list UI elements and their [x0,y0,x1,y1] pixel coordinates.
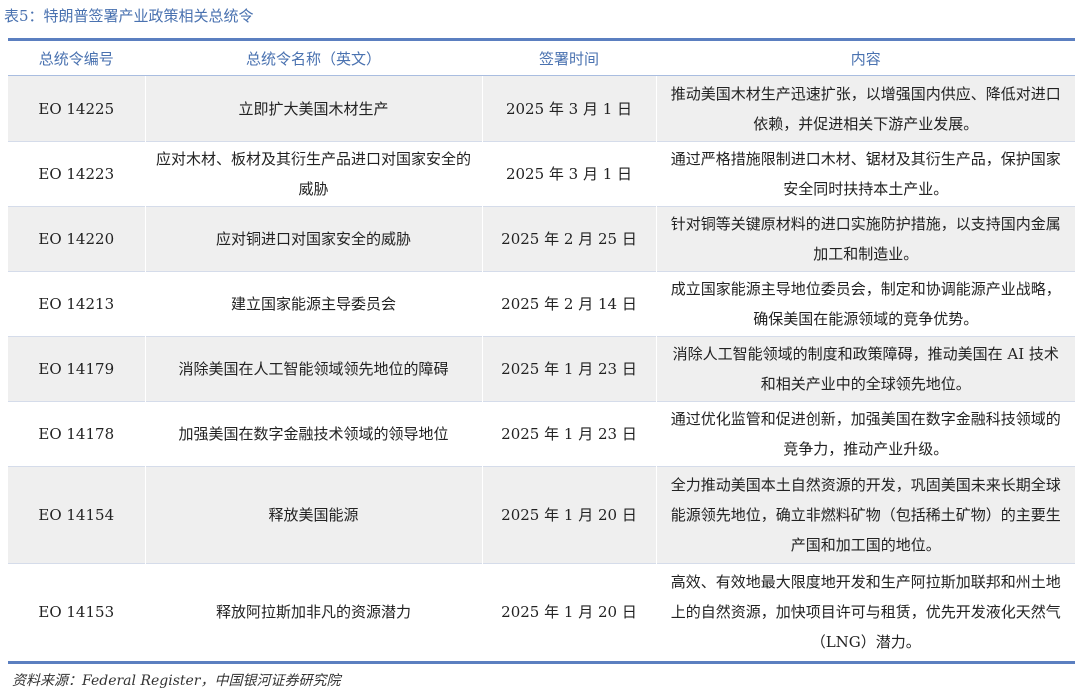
eo-number: EO 14153 [8,563,145,661]
header-sign-date: 签署时间 [481,41,656,76]
source-note: 资料来源：Federal Register，中国银河证券研究院 [12,673,341,689]
header-content: 内容 [655,41,1075,76]
eo-content: 针对铜等关键原材料的进口实施防护措施，以支持国内金属加工和制造业。 [655,206,1075,272]
eo-number: EO 14154 [8,466,145,564]
sign-date: 2025 年 2 月 14 日 [481,271,656,337]
table-header-row: 总统令编号 总统令名称（英文） 签署时间 内容 [8,41,1075,76]
eo-name: 加强美国在数字金融技术领域的领导地位 [144,401,482,467]
table-row: EO 14179 消除美国在人工智能领域领先地位的障碍 2025 年 1 月 2… [8,336,1075,402]
sign-date: 2025 年 1 月 20 日 [481,466,656,564]
eo-name: 消除美国在人工智能领域领先地位的障碍 [144,336,482,402]
table-row: EO 14223 应对木材、板材及其衍生产品进口对国家安全的威胁 2025 年 … [8,141,1075,207]
eo-content: 高效、有效地最大限度地开发和生产阿拉斯加联邦和州土地上的自然资源，加快项目许可与… [655,563,1075,661]
sign-date: 2025 年 1 月 20 日 [481,563,656,661]
eo-number: EO 14179 [8,336,145,402]
table-row: EO 14154 释放美国能源 2025 年 1 月 20 日 全力推动美国本土… [8,466,1075,564]
table-bottom-rule [8,660,1075,664]
eo-content: 推动美国木材生产迅速扩张，以增强国内供应、降低对进口依赖，并促进相关下游产业发展… [655,75,1075,142]
table-title: 表5：特朗普签署产业政策相关总统令 [4,7,254,25]
eo-content: 全力推动美国本土自然资源的开发，巩固美国未来长期全球能源领先地位，确立非燃料矿物… [655,466,1075,564]
eo-content: 通过优化监管和促进创新，加强美国在数字金融科技领域的竞争力，推动产业升级。 [655,401,1075,467]
eo-number: EO 14178 [8,401,145,467]
eo-number: EO 14223 [8,141,145,207]
eo-content: 消除人工智能领域的制度和政策障碍，推动美国在 AI 技术和相关产业中的全球领先地… [655,336,1075,402]
eo-name: 应对木材、板材及其衍生产品进口对国家安全的威胁 [144,141,482,207]
eo-number: EO 14220 [8,206,145,272]
eo-content: 成立国家能源主导地位委员会，制定和协调能源产业战略，确保美国在能源领域的竞争优势… [655,271,1075,337]
sign-date: 2025 年 3 月 1 日 [481,141,656,207]
table-row: EO 14178 加强美国在数字金融技术领域的领导地位 2025 年 1 月 2… [8,401,1075,467]
eo-name: 建立国家能源主导委员会 [144,271,482,337]
sign-date: 2025 年 3 月 1 日 [481,75,656,142]
executive-orders-table: 总统令编号 总统令名称（英文） 签署时间 内容 EO 14225 立即扩大美国木… [8,38,1075,664]
table-row: EO 14213 建立国家能源主导委员会 2025 年 2 月 14 日 成立国… [8,271,1075,337]
eo-name: 应对铜进口对国家安全的威胁 [144,206,482,272]
eo-number: EO 14213 [8,271,145,337]
header-eo-number: 总统令编号 [8,41,145,76]
table-row: EO 14220 应对铜进口对国家安全的威胁 2025 年 2 月 25 日 针… [8,206,1075,272]
eo-content: 通过严格措施限制进口木材、锯材及其衍生产品，保护国家安全同时扶持本土产业。 [655,141,1075,207]
eo-name: 立即扩大美国木材生产 [144,75,482,142]
sign-date: 2025 年 2 月 25 日 [481,206,656,272]
sign-date: 2025 年 1 月 23 日 [481,401,656,467]
eo-name: 释放阿拉斯加非凡的资源潜力 [144,563,482,661]
eo-name: 释放美国能源 [144,466,482,564]
header-eo-name: 总统令名称（英文） [144,41,482,76]
sign-date: 2025 年 1 月 23 日 [481,336,656,402]
table-row: EO 14153 释放阿拉斯加非凡的资源潜力 2025 年 1 月 20 日 高… [8,563,1075,661]
table-row: EO 14225 立即扩大美国木材生产 2025 年 3 月 1 日 推动美国木… [8,75,1075,142]
eo-number: EO 14225 [8,75,145,142]
